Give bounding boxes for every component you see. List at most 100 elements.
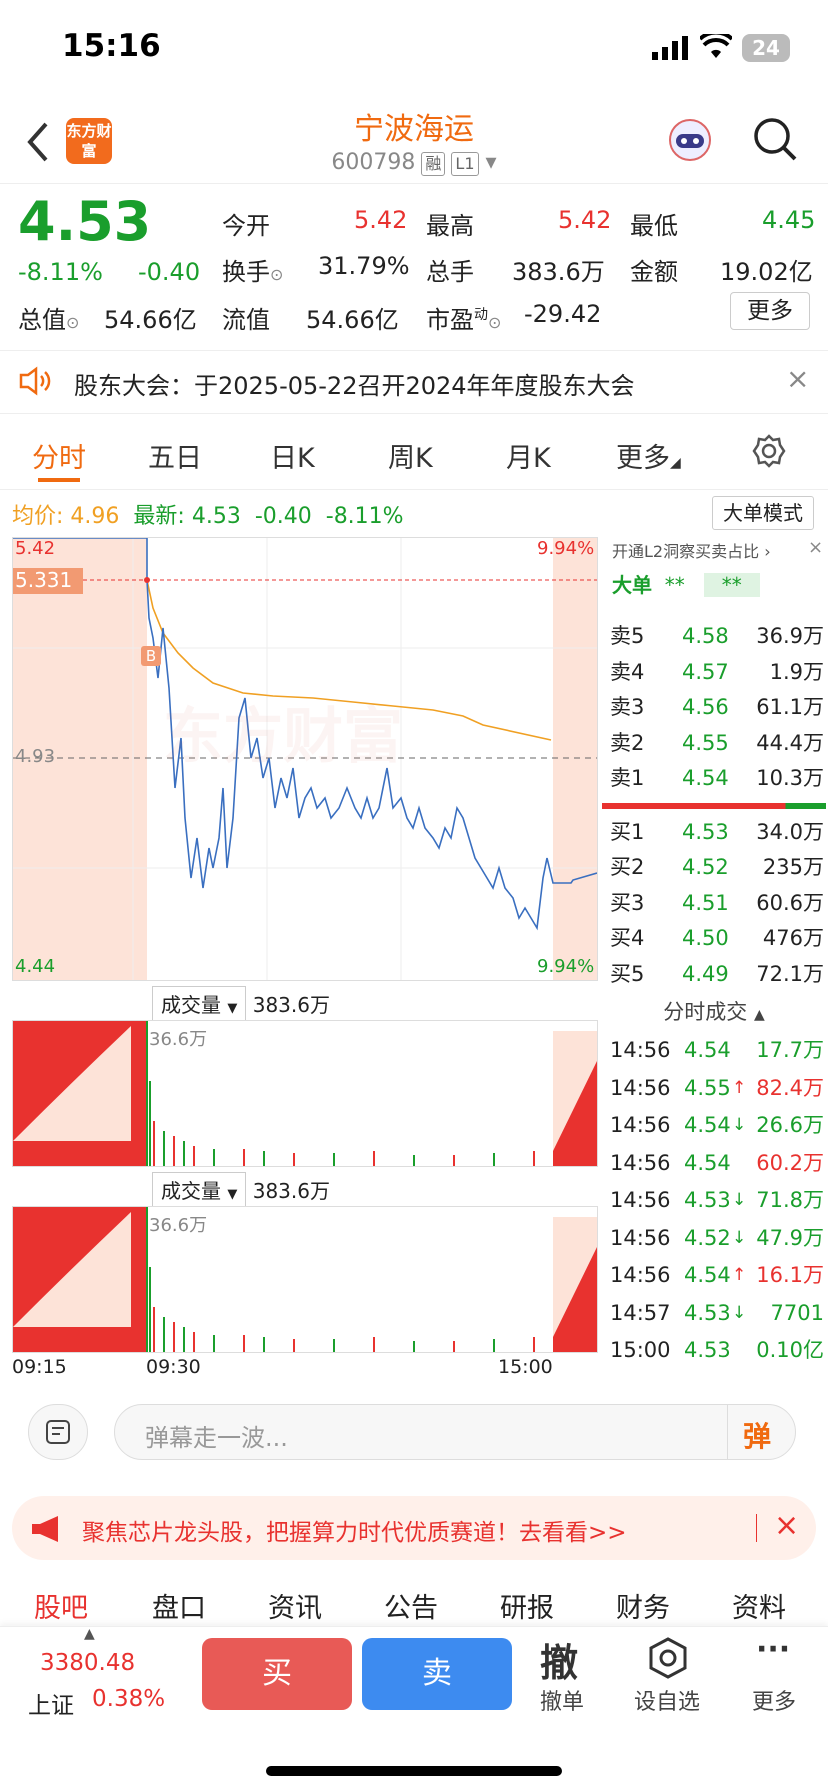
bid-volume: 60.6万 <box>756 890 824 915</box>
tab-more[interactable]: 更多◢ <box>616 436 681 475</box>
bid-row[interactable]: 买2 4.52 235万 <box>600 850 828 886</box>
low-label: 最低 <box>630 212 678 240</box>
bid-list: 买1 4.53 34.0万 买2 4.52 235万 买3 4.51 60.6万 买4 4.50 47… <box>600 815 828 993</box>
robot-assistant-icon[interactable] <box>666 116 714 164</box>
info-icon[interactable]: ⊙ <box>270 265 283 284</box>
info-icon[interactable]: ⊙ <box>66 313 79 332</box>
amount-value: 19.02亿 <box>720 258 813 286</box>
ask-price: 4.55 <box>682 730 729 755</box>
nav-finance[interactable]: 财务 <box>616 1586 670 1625</box>
clock: 15:16 <box>62 28 161 64</box>
tab-monthly[interactable]: 月K <box>506 436 551 475</box>
ask-row[interactable]: 卖4 4.57 1.9万 <box>600 655 828 691</box>
nav-guba[interactable]: 股吧 <box>34 1586 88 1625</box>
index-value[interactable]: 3380.48 <box>40 1650 135 1676</box>
chevron-down-icon: ▼ <box>227 1187 238 1202</box>
turnover-value: 31.79% <box>318 252 410 280</box>
danmaku-settings-button[interactable] <box>28 1404 88 1460</box>
tick-arrow: ↓ <box>732 1227 747 1248</box>
tick-price: 4.52 <box>684 1225 731 1250</box>
nav-announce[interactable]: 公告 <box>384 1586 438 1625</box>
status-bar: 15:16 24 <box>0 0 828 100</box>
tab-intraday[interactable]: 分时 <box>32 436 86 475</box>
pe-sup: 动 <box>474 307 488 323</box>
caret-up-icon: ▲ <box>753 1007 765 1023</box>
ask-level: 卖5 <box>610 624 645 648</box>
tick-row: 14:56 4.54 ↓ 26.6万 <box>600 1107 828 1145</box>
index-pct[interactable]: 0.38% <box>92 1686 165 1712</box>
intraday-chart[interactable]: 东方财富 5.42 5.331 4.93 4.44 9.94% 9.94% B <box>12 537 598 981</box>
settings-icon[interactable] <box>752 434 786 468</box>
nav-pankou[interactable]: 盘口 <box>152 1586 206 1625</box>
promo-banner[interactable]: 聚焦芯片龙头股，把握算力时代优质赛道！去看看>> × <box>12 1496 816 1560</box>
big-order-label: 大单 <box>612 573 652 597</box>
tick-time: 14:56 <box>610 1038 671 1062</box>
ask-row[interactable]: 卖2 4.55 44.4万 <box>600 726 828 762</box>
tick-time: 14:57 <box>610 1300 671 1325</box>
add-watchlist-icon[interactable] <box>646 1636 690 1680</box>
ticks-title[interactable]: 分时成交 ▲ <box>600 992 828 1032</box>
bid-row[interactable]: 买5 4.49 72.1万 <box>600 957 828 993</box>
buy-marker[interactable]: B <box>141 646 161 666</box>
turnover-label: 换手⊙ <box>222 252 283 287</box>
big-order-mode-button[interactable]: 大单模式 <box>712 496 814 530</box>
send-danmaku-button[interactable]: 弹 <box>743 1415 771 1455</box>
tab-weekly[interactable]: 周K <box>388 436 433 475</box>
nav-news[interactable]: 资讯 <box>268 1586 322 1625</box>
ask-list: 卖5 4.58 36.9万 卖4 4.57 1.9万 卖3 4.56 61.1万 卖2 4.55 44… <box>600 619 828 797</box>
sell-button[interactable]: 卖 <box>362 1638 512 1710</box>
ask-row[interactable]: 卖3 4.56 61.1万 <box>600 690 828 726</box>
more-button[interactable]: 更多 <box>752 1684 796 1716</box>
x-end-label: 15:00 <box>498 1356 553 1378</box>
nav-profile[interactable]: 资料 <box>732 1586 786 1625</box>
volume-select-2[interactable]: 成交量 ▼ <box>152 1172 247 1207</box>
tab-daily[interactable]: 日K <box>270 436 315 475</box>
tick-row: 14:56 4.53 ↓ 71.8万 <box>600 1182 828 1220</box>
market-cap: 54.66亿 <box>104 306 197 334</box>
tick-row: 14:57 4.53 ↓ 7701 <box>600 1295 828 1333</box>
tick-price: 4.53 <box>684 1300 731 1325</box>
bid-level: 买2 <box>610 855 645 879</box>
info-icon[interactable]: ⊙ <box>488 313 501 332</box>
index-name[interactable]: 上证 <box>28 1686 74 1720</box>
battery-icon: 24 <box>742 34 790 62</box>
tab-5day[interactable]: 五日 <box>148 436 202 475</box>
cancel-icon[interactable]: 撤 <box>540 1632 578 1687</box>
tick-row: 14:56 4.54 ↑ 16.1万 <box>600 1257 828 1295</box>
ask-row[interactable]: 卖1 4.54 10.3万 <box>600 761 828 797</box>
ask-volume: 61.1万 <box>756 695 824 719</box>
more-quote-button[interactable]: 更多 <box>730 292 810 330</box>
buy-button[interactable]: 买 <box>202 1638 352 1710</box>
float-label: 流值 <box>222 306 270 334</box>
ask-row[interactable]: 卖5 4.58 36.9万 <box>600 619 828 655</box>
search-icon[interactable] <box>752 116 798 162</box>
bid-row[interactable]: 买4 4.50 476万 <box>600 921 828 957</box>
ask-level: 卖4 <box>610 659 645 684</box>
ticks-title-text: 分时成交 <box>663 1000 748 1024</box>
pct-bot-label: 9.94% <box>537 956 595 977</box>
big-order-stars-1: ** <box>664 573 685 597</box>
bid-row[interactable]: 买3 4.51 60.6万 <box>600 886 828 922</box>
volume-bars-svg <box>13 1021 597 1166</box>
open-label: 今开 <box>222 212 270 240</box>
volume-header-2[interactable]: 成交量 ▼ 383.6万 <box>152 1172 330 1207</box>
bid-row[interactable]: 买1 4.53 34.0万 <box>600 815 828 851</box>
close-icon[interactable]: × <box>774 1508 799 1543</box>
more-dots-icon[interactable]: ··· <box>756 1632 790 1667</box>
nav-research[interactable]: 研报 <box>500 1586 554 1625</box>
volume-header-1[interactable]: 成交量 ▼ 383.6万 <box>152 986 330 1021</box>
add-watchlist-button[interactable]: 设自选 <box>634 1684 700 1716</box>
change-amount: -0.40 <box>138 258 201 286</box>
volume-chart-2[interactable]: 36.6万 <box>12 1206 598 1353</box>
l2-promo[interactable]: 开通L2洞察买卖占比 › <box>600 537 828 567</box>
volume-chart-1[interactable]: 36.6万 <box>12 1020 598 1167</box>
avg-label: 均价: <box>12 504 64 529</box>
info-row: 均价: 4.96 最新: 4.53 -0.40 -8.11% <box>12 498 404 530</box>
volume-select-1[interactable]: 成交量 ▼ <box>152 986 247 1021</box>
cancel-order-button[interactable]: 撤单 <box>540 1684 584 1716</box>
close-icon[interactable]: × <box>808 537 823 558</box>
y-mid-label: 4.93 <box>15 746 56 767</box>
close-icon[interactable]: × <box>786 362 809 395</box>
tick-arrow: ↑ <box>732 1077 747 1098</box>
comment-input[interactable]: 弹幕走一波... 弹 <box>114 1404 796 1460</box>
